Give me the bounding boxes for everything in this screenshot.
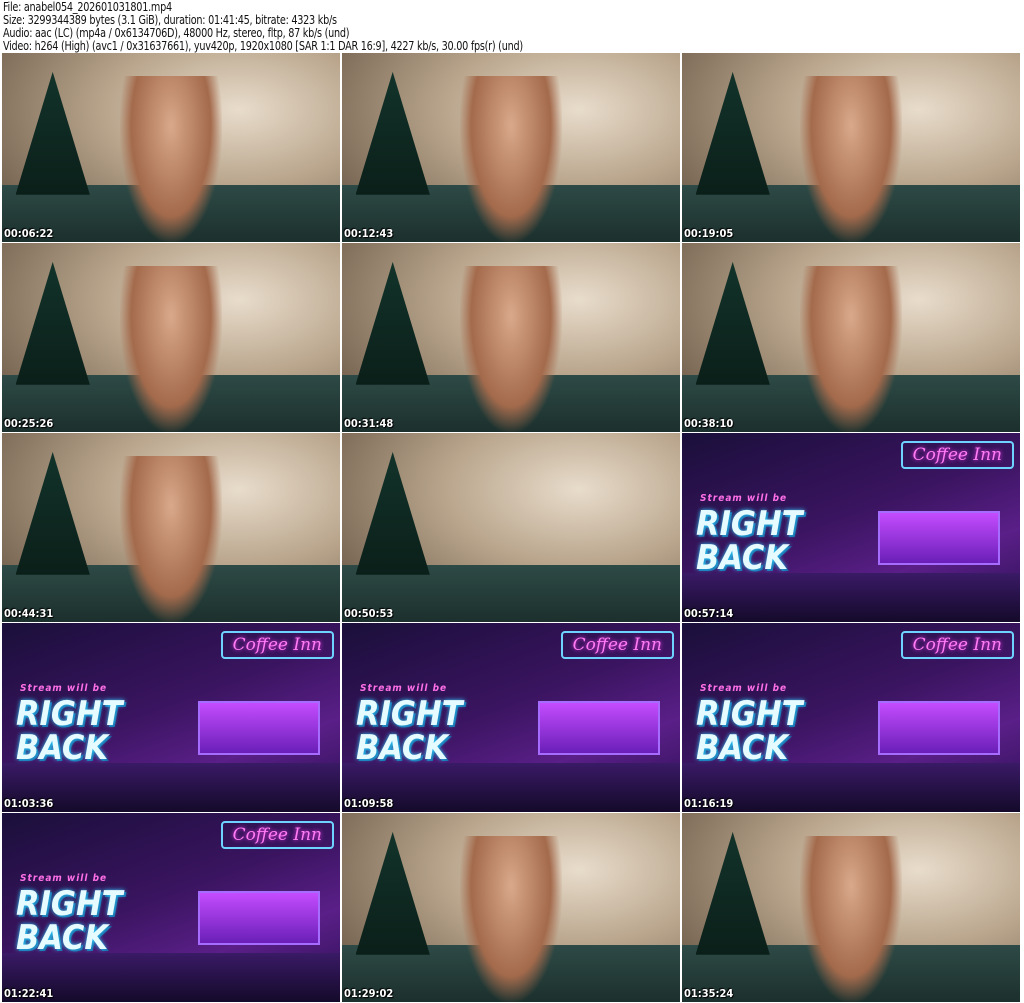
person [460, 75, 562, 242]
person [460, 265, 562, 432]
thumbnail: Coffee Inn Stream will be RIGHT BACK 00:57:1… [682, 433, 1020, 622]
brb-title-line: BACK [696, 538, 789, 578]
christmas-tree [15, 261, 90, 385]
timestamp: 01:03:36 [4, 797, 54, 810]
christmas-tree [15, 451, 90, 575]
timestamp: 00:12:43 [344, 227, 394, 240]
thumbnail: 01:29:02 [342, 813, 680, 1002]
brb-subtitle: Stream will be [20, 683, 108, 694]
brb-title: RIGHT BACK [356, 697, 463, 765]
brb-title-line: BACK [696, 728, 789, 768]
timestamp: 00:50:53 [344, 607, 394, 620]
thumbnail: 00:12:43 [342, 53, 680, 242]
timestamp: 00:57:14 [684, 607, 734, 620]
file-info-header: File: anabel054_202601031801.mp4 Size: 3… [3, 0, 607, 52]
shop-window [878, 701, 1000, 755]
timestamp: 00:31:48 [344, 417, 394, 430]
brb-title: RIGHT BACK [16, 887, 123, 955]
thumbnail: Coffee Inn Stream will be RIGHT BACK 01:09:5… [342, 623, 680, 812]
timestamp: 01:29:02 [344, 987, 394, 1000]
coffee-inn-sign: Coffee Inn [560, 631, 674, 659]
thumbnail: 00:19:05 [682, 53, 1020, 242]
thumbnail: 00:50:53 [342, 433, 680, 622]
thumbnail: 01:35:24 [682, 813, 1020, 1002]
brb-title: RIGHT BACK [696, 697, 803, 765]
coffee-inn-sign: Coffee Inn [900, 631, 1014, 659]
christmas-tree [695, 71, 770, 195]
video-info: Video: h264 (High) (avc1 / 0x31637661), … [3, 38, 523, 53]
timestamp: 01:22:41 [4, 987, 54, 1000]
timestamp: 01:35:24 [684, 987, 734, 1000]
christmas-tree [15, 71, 90, 195]
timestamp: 00:19:05 [684, 227, 734, 240]
thumbnail: 00:44:31 [2, 433, 340, 622]
brb-subtitle: Stream will be [20, 873, 108, 884]
thumbnail: 00:06:22 [2, 53, 340, 242]
thumbnail-grid: 00:06:22 00:12:43 00:19:05 00:25:26 00:31:48… [2, 53, 1020, 1002]
christmas-tree [355, 451, 430, 575]
person [800, 75, 902, 242]
person [800, 835, 902, 1002]
timestamp: 00:38:10 [684, 417, 734, 430]
timestamp: 00:25:26 [4, 417, 54, 430]
thumbnail: 00:38:10 [682, 243, 1020, 432]
person [460, 835, 562, 1002]
brb-title: RIGHT BACK [696, 507, 803, 575]
shop-window [198, 891, 320, 945]
timestamp: 00:44:31 [4, 607, 54, 620]
coffee-inn-sign: Coffee Inn [900, 441, 1014, 469]
timestamp: 01:09:58 [344, 797, 394, 810]
brb-title-line: BACK [16, 918, 109, 958]
thumbnail: 00:31:48 [342, 243, 680, 432]
thumbnail: 00:25:26 [2, 243, 340, 432]
person [120, 265, 222, 432]
person [800, 265, 902, 432]
brb-subtitle: Stream will be [360, 683, 448, 694]
shop-window [878, 511, 1000, 565]
coffee-inn-sign: Coffee Inn [220, 631, 334, 659]
shop-window [198, 701, 320, 755]
christmas-tree [695, 261, 770, 385]
person [120, 75, 222, 242]
timestamp: 01:16:19 [684, 797, 734, 810]
thumbnail: Coffee Inn Stream will be RIGHT BACK 01:16:1… [682, 623, 1020, 812]
person [120, 455, 222, 622]
brb-title-line: BACK [356, 728, 449, 768]
christmas-tree [355, 261, 430, 385]
thumbnail: Coffee Inn Stream will be RIGHT BACK 01:22:4… [2, 813, 340, 1002]
christmas-tree [355, 831, 430, 955]
timestamp: 00:06:22 [4, 227, 54, 240]
thumbnail: Coffee Inn Stream will be RIGHT BACK 01:03:3… [2, 623, 340, 812]
brb-title: RIGHT BACK [16, 697, 123, 765]
shop-window [538, 701, 660, 755]
brb-title-line: BACK [16, 728, 109, 768]
christmas-tree [695, 831, 770, 955]
coffee-inn-sign: Coffee Inn [220, 821, 334, 849]
christmas-tree [355, 71, 430, 195]
brb-subtitle: Stream will be [700, 493, 788, 504]
brb-subtitle: Stream will be [700, 683, 788, 694]
